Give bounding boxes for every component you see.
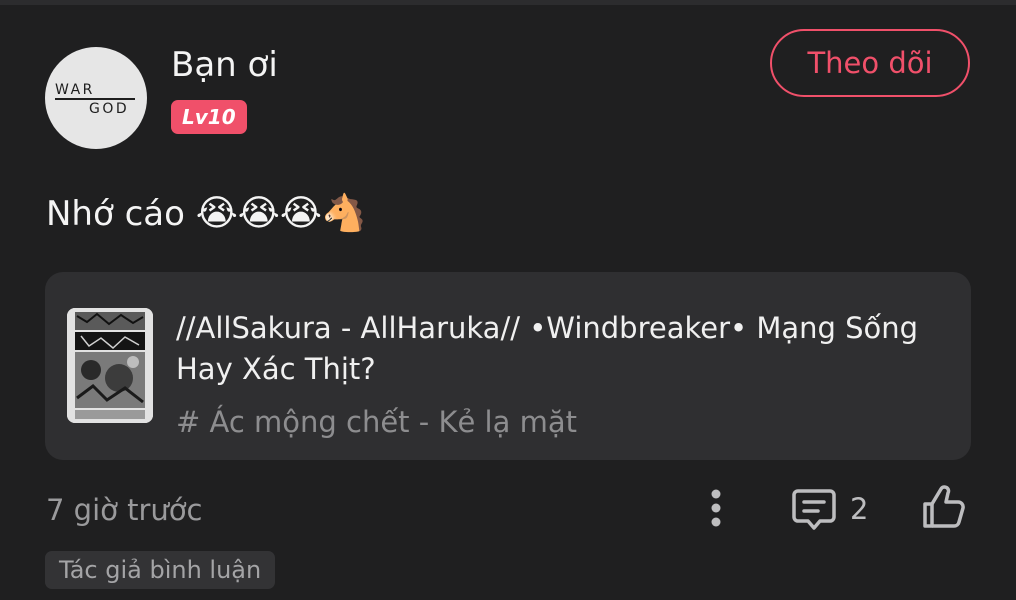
post-emojis: 😭😭😭🐴	[195, 193, 367, 234]
story-title: //AllSakura - AllHaruka// •Windbreaker• …	[176, 311, 919, 386]
level-badge: Lv10	[171, 100, 247, 134]
post-message: Nhớ cáo	[46, 194, 185, 234]
post-timestamp: 7 giờ trước	[46, 493, 203, 527]
comment-count: 2	[850, 492, 869, 526]
story-cover-thumbnail	[67, 308, 153, 423]
comment-button[interactable]: 2	[790, 482, 868, 536]
post-text: Nhớ cáo 😭😭😭🐴	[46, 186, 367, 242]
thumbs-up-icon	[923, 485, 965, 528]
more-options-button[interactable]	[696, 482, 736, 534]
war-god-logo: WAR GOD	[55, 82, 135, 117]
like-button[interactable]	[916, 480, 970, 534]
author-comment-tag: Tác giả bình luận	[45, 551, 276, 589]
top-divider	[0, 0, 1016, 5]
follow-button[interactable]: Theo dõi	[770, 29, 970, 97]
author-name[interactable]: Bạn ơi	[171, 42, 278, 88]
svg-text:GOD: GOD	[89, 101, 129, 117]
svg-text:WAR: WAR	[55, 82, 95, 98]
story-card[interactable]: //AllSakura - AllHaruka// •Windbreaker• …	[45, 272, 971, 460]
comment-icon	[792, 489, 836, 530]
author-avatar[interactable]: WAR GOD	[45, 47, 147, 149]
more-vertical-icon	[711, 489, 721, 527]
story-chapter: # Ác mộng chết - Kẻ lạ mặt	[176, 405, 577, 439]
